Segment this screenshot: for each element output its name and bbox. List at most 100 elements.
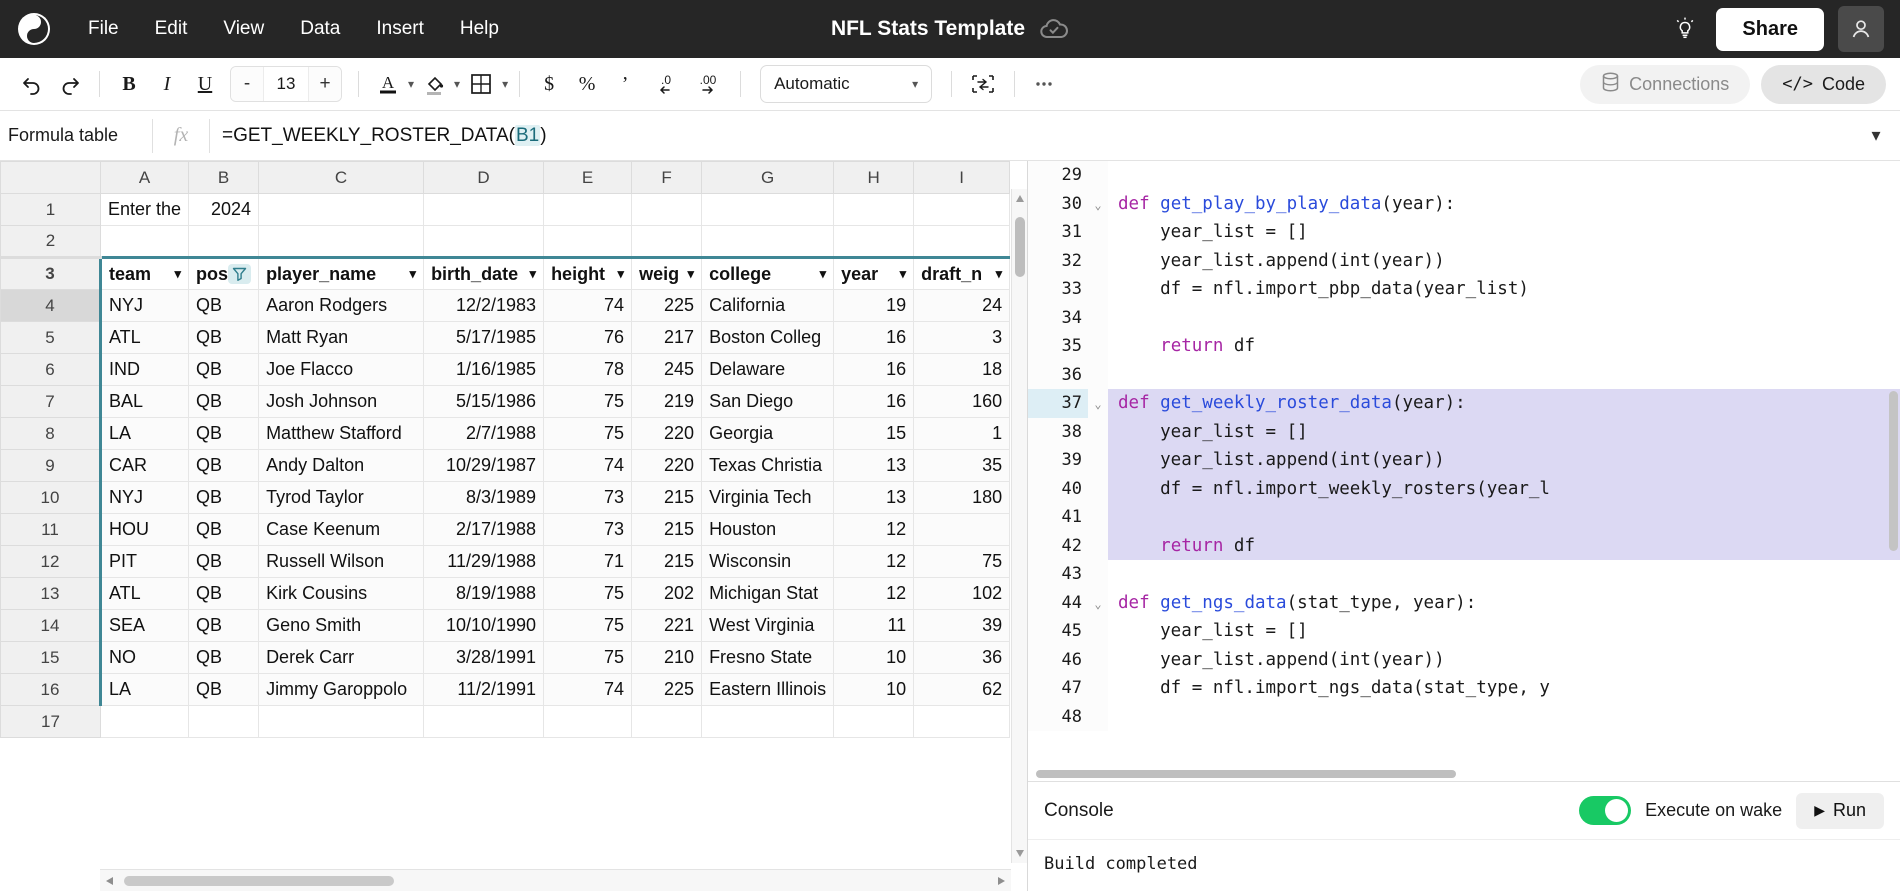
cell-team[interactable]: ATL [101,578,189,610]
cell-i1[interactable] [914,194,1010,226]
cell-team[interactable]: BAL [101,386,189,418]
cell-birth-date[interactable]: 10/10/1990 [424,610,544,642]
cell-draft-n[interactable]: 24 [914,290,1010,322]
table-column-header-height[interactable]: height▾ [544,258,632,290]
cell-draft-n[interactable] [914,514,1010,546]
cell-weight[interactable]: 225 [632,674,702,706]
scroll-right-arrow-icon[interactable] [998,877,1005,885]
cell-team[interactable]: LA [101,674,189,706]
cell-college[interactable]: Georgia [702,418,834,450]
select-all-corner[interactable] [1,162,101,194]
code-line[interactable]: 31 year_list = [] [1028,218,1900,247]
row-header-7[interactable]: 7 [1,386,101,418]
undo-icon[interactable] [14,66,50,102]
cell-height[interactable]: 73 [544,514,632,546]
text-color-icon[interactable]: A [370,66,406,102]
currency-format-button[interactable]: $ [531,66,567,102]
cell-college[interactable]: Boston Colleg [702,322,834,354]
row-header-12[interactable]: 12 [1,546,101,578]
number-format-select[interactable]: Automatic ▾ [760,65,932,103]
cell-weight[interactable]: 217 [632,322,702,354]
font-size-value[interactable]: 13 [263,67,309,101]
cell-height[interactable]: 75 [544,418,632,450]
cell-player-name[interactable]: Kirk Cousins [259,578,424,610]
cell-college[interactable]: Texas Christia [702,450,834,482]
cell-year[interactable]: 16 [834,354,914,386]
row-header-11[interactable]: 11 [1,514,101,546]
editor-hscroll-thumb[interactable] [1036,770,1456,778]
font-size-decrease-button[interactable]: - [231,67,263,101]
chevron-down-icon[interactable]: ▾ [996,266,1003,282]
cell-pos[interactable]: QB [189,578,259,610]
cell-draft-n[interactable]: 36 [914,642,1010,674]
cell-h17[interactable] [834,706,914,738]
page-title[interactable]: NFL Stats Template [831,17,1025,41]
table-column-header-draft-n[interactable]: draft_n▾ [914,258,1010,290]
cell-team[interactable]: ATL [101,322,189,354]
cell-year[interactable]: 11 [834,610,914,642]
cell-birth-date[interactable]: 8/3/1989 [424,482,544,514]
table-column-header-college[interactable]: college▾ [702,258,834,290]
cell-year[interactable]: 15 [834,418,914,450]
cell-c17[interactable] [259,706,424,738]
cell-pos[interactable]: QB [189,354,259,386]
run-button[interactable]: ▶ Run [1796,793,1884,829]
cell-d1[interactable] [424,194,544,226]
menu-item-data[interactable]: Data [286,11,354,47]
cell-pos[interactable]: QB [189,642,259,674]
cell-year[interactable]: 12 [834,546,914,578]
code-line[interactable]: 36 [1028,361,1900,390]
cell-draft-n[interactable]: 160 [914,386,1010,418]
cell-college[interactable]: Michigan Stat [702,578,834,610]
column-header-i[interactable]: I [914,162,1010,194]
horizontal-scroll-thumb[interactable] [124,876,394,886]
row-header-15[interactable]: 15 [1,642,101,674]
italic-button[interactable]: I [149,66,185,102]
cell-college[interactable]: Fresno State [702,642,834,674]
cell-year[interactable]: 12 [834,514,914,546]
cell-year[interactable]: 10 [834,642,914,674]
cell-player-name[interactable]: Andy Dalton [259,450,424,482]
code-line[interactable]: 46 year_list.append(int(year)) [1028,646,1900,675]
cell-year[interactable]: 13 [834,482,914,514]
column-header-b[interactable]: B [189,162,259,194]
cell-year[interactable]: 16 [834,386,914,418]
share-button[interactable]: Share [1716,8,1824,51]
row-header-17[interactable]: 17 [1,706,101,738]
cell-birth-date[interactable]: 5/15/1986 [424,386,544,418]
cell-college[interactable]: Eastern Illinois [702,674,834,706]
chevron-down-icon[interactable]: ▾ [502,77,508,91]
menu-item-help[interactable]: Help [446,11,513,47]
cell-height[interactable]: 75 [544,578,632,610]
cell-h2[interactable] [834,226,914,258]
cell-birth-date[interactable]: 1/16/1985 [424,354,544,386]
bold-button[interactable]: B [111,66,147,102]
text-color-group[interactable]: A ▾ [370,66,414,102]
cell-pos[interactable]: QB [189,610,259,642]
column-header-h[interactable]: H [834,162,914,194]
cell-weight[interactable]: 215 [632,482,702,514]
cell-a2[interactable] [101,226,189,258]
chevron-down-icon[interactable]: ▾ [618,266,625,282]
cell-draft-n[interactable]: 3 [914,322,1010,354]
chevron-down-icon[interactable]: ▾ [530,266,537,282]
code-line[interactable]: 44⌄def get_ngs_data(stat_type, year): [1028,589,1900,618]
cell-weight[interactable]: 220 [632,450,702,482]
table-column-header-player-name[interactable]: player_name▾ [259,258,424,290]
cell-team[interactable]: NYJ [101,290,189,322]
column-header-f[interactable]: F [632,162,702,194]
cell-draft-n[interactable]: 102 [914,578,1010,610]
cell-height[interactable]: 75 [544,386,632,418]
connections-button[interactable]: Connections [1580,65,1750,104]
cell-year[interactable]: 10 [834,674,914,706]
table-column-header-year[interactable]: year▾ [834,258,914,290]
cell-draft-n[interactable]: 35 [914,450,1010,482]
cell-pos[interactable]: QB [189,386,259,418]
code-line[interactable]: 39 year_list.append(int(year)) [1028,446,1900,475]
code-line[interactable]: 32 year_list.append(int(year)) [1028,247,1900,276]
cell-player-name[interactable]: Aaron Rodgers [259,290,424,322]
cell-player-name[interactable]: Matthew Stafford [259,418,424,450]
cell-weight[interactable]: 215 [632,514,702,546]
cell-team[interactable]: LA [101,418,189,450]
row-header-10[interactable]: 10 [1,482,101,514]
